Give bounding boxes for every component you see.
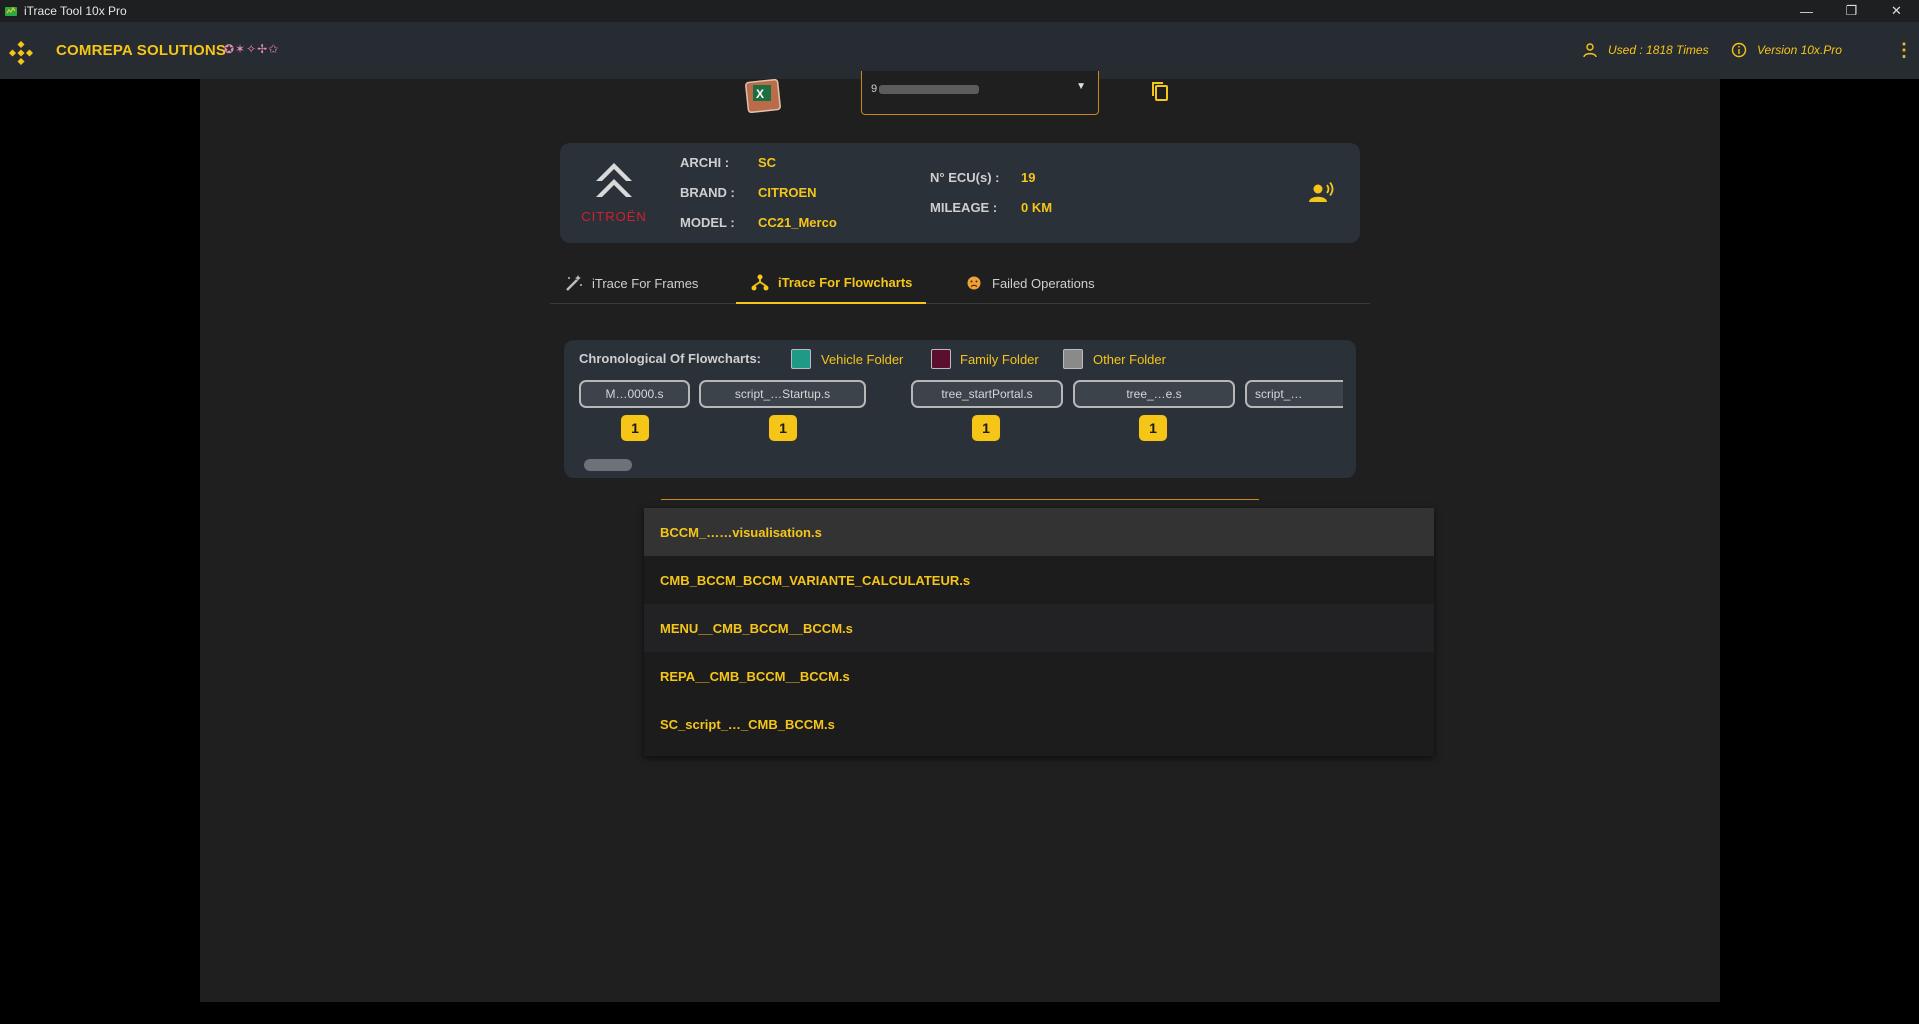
horizontal-scrollbar-thumb[interactable]: [584, 459, 632, 471]
identifier-select[interactable]: 9 ▼: [861, 71, 1099, 115]
vehicle-folder-swatch: [791, 349, 811, 369]
brand-logo-icon: [9, 41, 33, 65]
magic-wand-icon: [566, 275, 582, 291]
tab-bar: iTrace For Frames iTrace For Flowcharts …: [550, 262, 1370, 304]
flowchart-chip[interactable]: tree_…e.s: [1073, 380, 1235, 408]
mileage-value: 0 KM: [1021, 200, 1053, 215]
mileage-label: MILEAGE :: [930, 200, 998, 215]
brand-name: COMREPA SOLUTIONS: [56, 42, 227, 59]
flowchart-count-badge: 1: [768, 414, 798, 442]
sad-face-icon: [967, 276, 981, 290]
restore-button[interactable]: ❐: [1829, 0, 1874, 22]
brand-label: BRAND :: [680, 185, 735, 200]
copy-icon[interactable]: [1148, 79, 1172, 103]
flowchart-chronology-panel: Chronological Of Flowcharts: Vehicle Fol…: [564, 340, 1356, 478]
minimize-button[interactable]: —: [1784, 0, 1829, 22]
dropdown-option[interactable]: CMB_BCCM_BCCM_VARIANTE_CALCULATEUR.s: [644, 556, 1434, 604]
dropdown-option[interactable]: REPA__CMB_BCCM__BCCM.s: [644, 652, 1434, 700]
flowchart-count-badge: 1: [1138, 414, 1168, 442]
archi-value: SC: [758, 155, 777, 170]
citroen-logo-text: CITROËN: [581, 209, 647, 224]
app-icon: [5, 6, 17, 16]
usage-text: Used : 1818 Times: [1608, 43, 1709, 57]
window-title-bar: iTrace Tool 10x Pro — ❐ ✕: [0, 0, 1919, 22]
close-button[interactable]: ✕: [1874, 0, 1919, 22]
svg-text:X: X: [756, 87, 764, 101]
window-controls: — ❐ ✕: [1784, 0, 1919, 22]
citroen-logo: CITROËN: [581, 163, 647, 224]
model-label: MODEL :: [680, 215, 735, 230]
dropdown-option[interactable]: BCCM_……visualisation.s: [644, 508, 1434, 556]
dropdown-option[interactable]: MENU__CMB_BCCM__BCCM.s: [644, 604, 1434, 652]
window-title: iTrace Tool 10x Pro: [24, 4, 127, 18]
tab-label: iTrace For Flowcharts: [778, 274, 913, 290]
tab-label: Failed Operations: [992, 275, 1095, 291]
flowchart-chip[interactable]: tree_startPortal.s: [911, 380, 1063, 408]
family-folder-label: Family Folder: [960, 352, 1039, 367]
tab-itrace-flowcharts[interactable]: iTrace For Flowcharts: [736, 262, 927, 304]
flowchart-icon: [751, 274, 769, 291]
voice-assist-icon[interactable]: [1308, 181, 1334, 203]
flowchart-chip[interactable]: script_…: [1245, 380, 1343, 408]
user-icon: [1583, 43, 1597, 58]
vehicle-info-card: CITROËN ARCHI : SC BRAND : CITROEN MODEL…: [560, 143, 1360, 243]
version-text: Version 10x.Pro: [1757, 43, 1842, 57]
tab-failed-operations[interactable]: Failed Operations: [950, 262, 1109, 304]
ecu-count-label: N° ECU(s) :: [930, 170, 1000, 185]
flowchart-dropdown-list: BCCM_……visualisation.s CMB_BCCM_BCCM_VAR…: [644, 508, 1434, 756]
ecu-count-value: 19: [1021, 170, 1036, 185]
identifier-value: 9: [871, 83, 991, 95]
flowchart-chip[interactable]: script_…Startup.s: [699, 380, 866, 408]
dropdown-arrow-icon: ▼: [1076, 81, 1086, 92]
dropdown-option[interactable]: SC_script_…_CMB_BCCM.s: [644, 700, 1434, 748]
tab-itrace-frames[interactable]: iTrace For Frames: [550, 262, 712, 304]
flowchart-chip[interactable]: M…0000.s: [579, 380, 690, 408]
version-info: Version 10x.Pro: [1731, 42, 1842, 58]
info-icon: [1731, 42, 1747, 58]
archi-label: ARCHI :: [680, 155, 730, 170]
dropdown-underline: [661, 499, 1259, 500]
family-folder-swatch: [931, 349, 951, 369]
vehicle-folder-label: Vehicle Folder: [821, 352, 904, 367]
flowchart-count-badge: 1: [620, 414, 650, 442]
chronology-heading: Chronological Of Flowcharts:: [579, 351, 762, 366]
excel-export-icon[interactable]: X: [745, 79, 781, 113]
more-menu-icon[interactable]: ⋮: [1895, 40, 1913, 61]
brand-value: CITROEN: [758, 185, 817, 200]
brand-decoration: ✪✶✧✢✩: [224, 42, 280, 56]
model-value: CC21_Merco: [758, 215, 837, 230]
usage-counter: Used : 1818 Times: [1582, 42, 1709, 58]
other-folder-swatch: [1063, 349, 1083, 369]
flowchart-count-badge: 1: [971, 414, 1001, 442]
other-folder-label: Other Folder: [1093, 352, 1166, 367]
tab-label: iTrace For Frames: [592, 275, 699, 291]
